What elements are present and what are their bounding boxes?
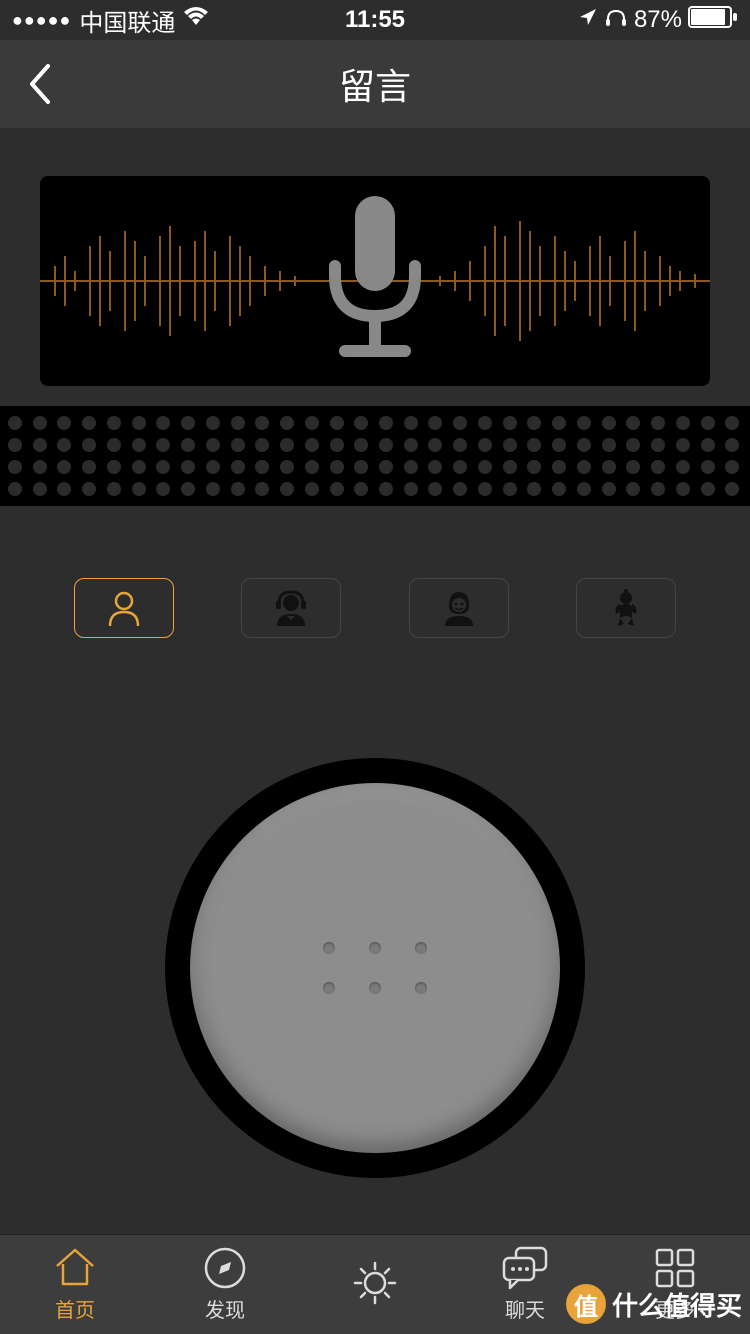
microphone-icon: [320, 196, 430, 366]
headphones-icon: [604, 6, 628, 34]
tab-brightness[interactable]: [300, 1235, 450, 1334]
battery-icon: [688, 6, 738, 35]
voice-option-person[interactable]: [74, 578, 174, 638]
chevron-left-icon: [28, 62, 52, 106]
watermark-badge: 值: [566, 1284, 606, 1324]
tab-label: 聊天: [505, 1294, 545, 1323]
brightness-icon: [351, 1261, 399, 1305]
status-time: 11:55: [345, 6, 405, 34]
voice-options-row: [0, 578, 750, 638]
signal-strength-icon: ●●●●●: [12, 10, 71, 31]
status-bar: ●●●●● 中国联通 11:55 87%: [0, 0, 750, 40]
carrier-label: 中国联通: [79, 3, 175, 38]
record-button[interactable]: [165, 758, 585, 1178]
nav-bar: 留言: [0, 40, 750, 128]
record-button-inner: [190, 783, 560, 1153]
waveform-display: [40, 176, 710, 386]
status-left: ●●●●● 中国联通: [12, 3, 209, 38]
battery-percent: 87%: [634, 6, 682, 34]
location-icon: [578, 6, 598, 34]
home-icon: [53, 1246, 97, 1290]
page-title: 留言: [339, 58, 411, 110]
tab-home[interactable]: 首页: [0, 1235, 150, 1334]
tab-label: 发现: [205, 1294, 245, 1323]
tab-discover[interactable]: 发现: [150, 1235, 300, 1334]
woman-icon: [439, 588, 479, 628]
voice-option-operator[interactable]: [241, 578, 341, 638]
wifi-icon: [183, 6, 209, 34]
compass-icon: [203, 1246, 247, 1290]
status-right: 87%: [578, 6, 738, 35]
record-area: [0, 758, 750, 1178]
voice-option-woman[interactable]: [409, 578, 509, 638]
voice-option-baby[interactable]: [576, 578, 676, 638]
watermark: 值 什么值得买: [566, 1284, 742, 1324]
operator-icon: [271, 588, 311, 628]
tab-label: 首页: [55, 1294, 95, 1323]
back-button[interactable]: [20, 54, 60, 114]
chat-icon: [500, 1246, 550, 1290]
person-icon: [104, 588, 144, 628]
watermark-text: 什么值得买: [612, 1286, 742, 1323]
speaker-grille: [0, 406, 750, 506]
baby-icon: [606, 588, 646, 628]
